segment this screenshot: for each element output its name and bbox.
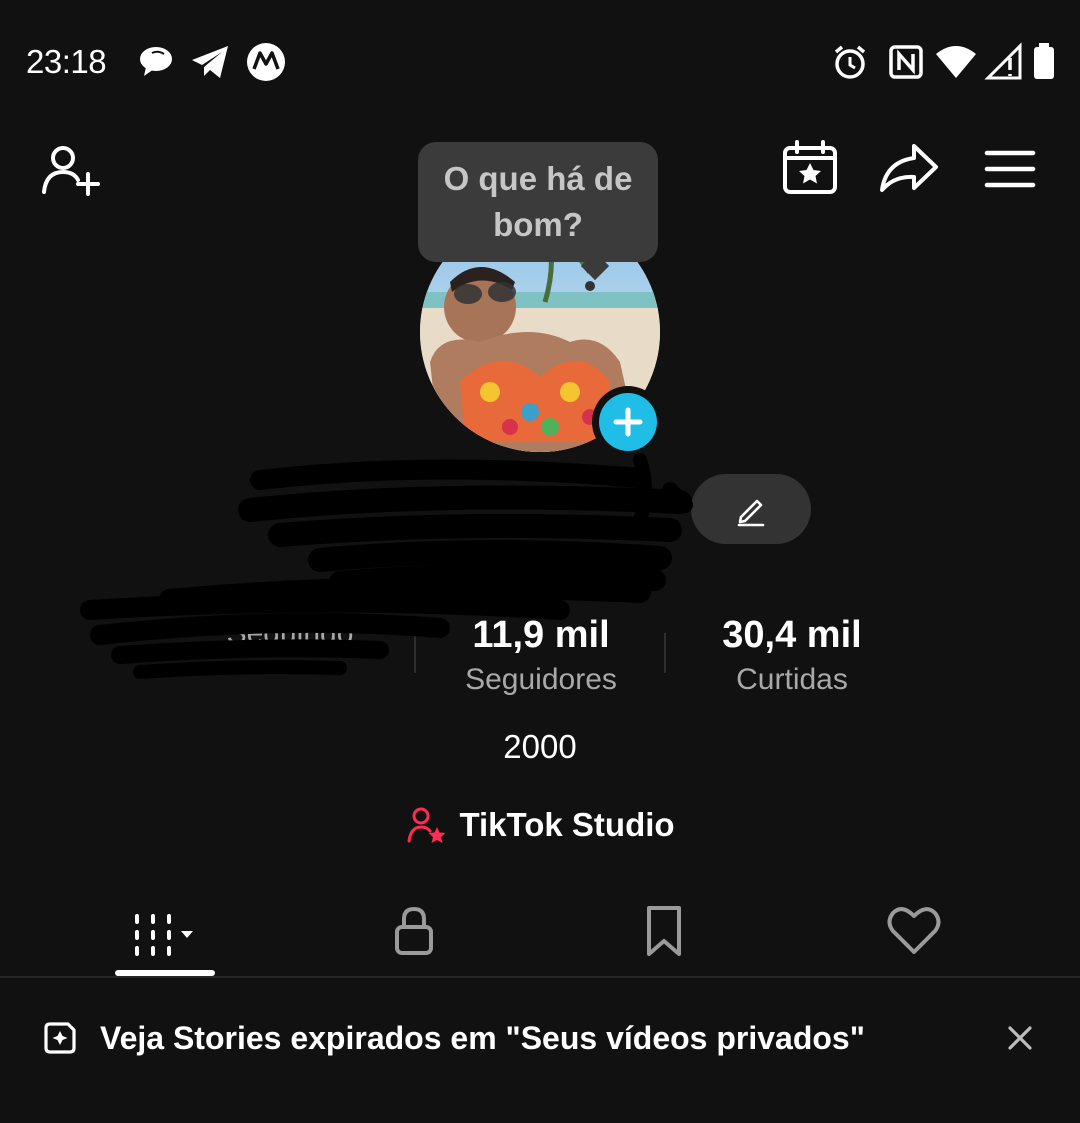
redaction-scribble [80,453,693,679]
tab-videos[interactable] [30,890,300,970]
tiktok-studio-label: TikTok Studio [459,806,675,843]
profile-bio: 2000 [503,728,577,765]
banner-text: Veja Stories expirados em "Seus vídeos p… [100,1020,865,1056]
plus-icon [599,393,657,451]
tab-liked[interactable] [779,890,1049,970]
stories-plus-icon [38,1016,82,1060]
pencil-icon [737,499,765,527]
lock-icon [395,906,433,955]
bookmark-icon [647,906,681,956]
heart-icon [887,907,941,954]
grid-videos-icon [135,914,193,956]
share-icon[interactable] [874,134,944,204]
nfc-icon [882,38,930,86]
battery-icon [1022,38,1070,86]
calendar-star-icon[interactable] [775,134,845,204]
add-user-icon[interactable] [36,136,106,206]
status-tooltip[interactable]: O que há de bom? [418,142,658,262]
tiktok-studio-link[interactable]: TikTok Studio [0,800,1080,850]
menu-icon[interactable] [975,134,1045,204]
chat-bubble-icon [132,38,180,86]
motorola-icon [242,38,290,86]
add-story-button[interactable] [592,386,664,458]
status-time: 23:18 [26,43,107,80]
tab-private[interactable] [279,890,549,970]
close-icon[interactable] [998,1016,1042,1060]
telegram-icon [186,38,234,86]
alarm-icon [826,38,874,86]
signal-icon [980,38,1028,86]
tab-saved[interactable] [529,890,799,970]
tooltip-text: O que há de bom? [443,160,633,243]
creator-star-icon [407,807,446,843]
wifi-icon [932,38,980,86]
